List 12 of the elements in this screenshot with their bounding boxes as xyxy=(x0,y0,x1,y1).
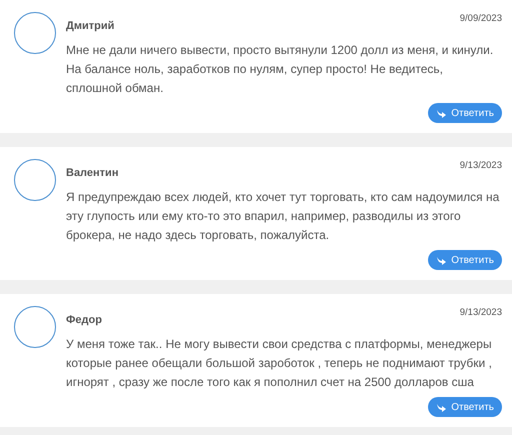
comment-text: Я предупреждаю всех людей, кто хочет тут торговать, кто сам надоумился на эту глупость или ему кто-то это впарил, например, разводилы из этого брокера, не надо здесь торговать, пожалуйста. xyxy=(66,188,500,244)
reply-button[interactable]: Ответить xyxy=(428,103,502,123)
comment-date: 9/13/2023 xyxy=(460,159,502,173)
author-name: Валентин xyxy=(66,166,118,181)
reply-button[interactable]: Ответить xyxy=(428,397,502,417)
comment-text: У меня тоже так.. Не могу вывести свои средства с платформы, менеджеры которые ранее обещали большой зароботок , теперь не поднимают трубки , игнорят , сразу же после того как я пополнил счет на 2500 долларов сша xyxy=(66,336,493,390)
comment-date: 9/13/2023 xyxy=(460,306,502,320)
comment-text: Мне не дали ничего вывести, просто вытянули 1200 долл из меня, и кинули. На балансе ноль, заработков по нулям, супер просто! Не ведитесь, сплошной обман. xyxy=(66,42,494,96)
reply-button[interactable]: Ответить xyxy=(428,250,502,270)
comment-date: 9/09/2023 xyxy=(460,12,502,26)
author-name: Дмитрий xyxy=(66,19,114,34)
author-name: Федор xyxy=(66,313,102,328)
